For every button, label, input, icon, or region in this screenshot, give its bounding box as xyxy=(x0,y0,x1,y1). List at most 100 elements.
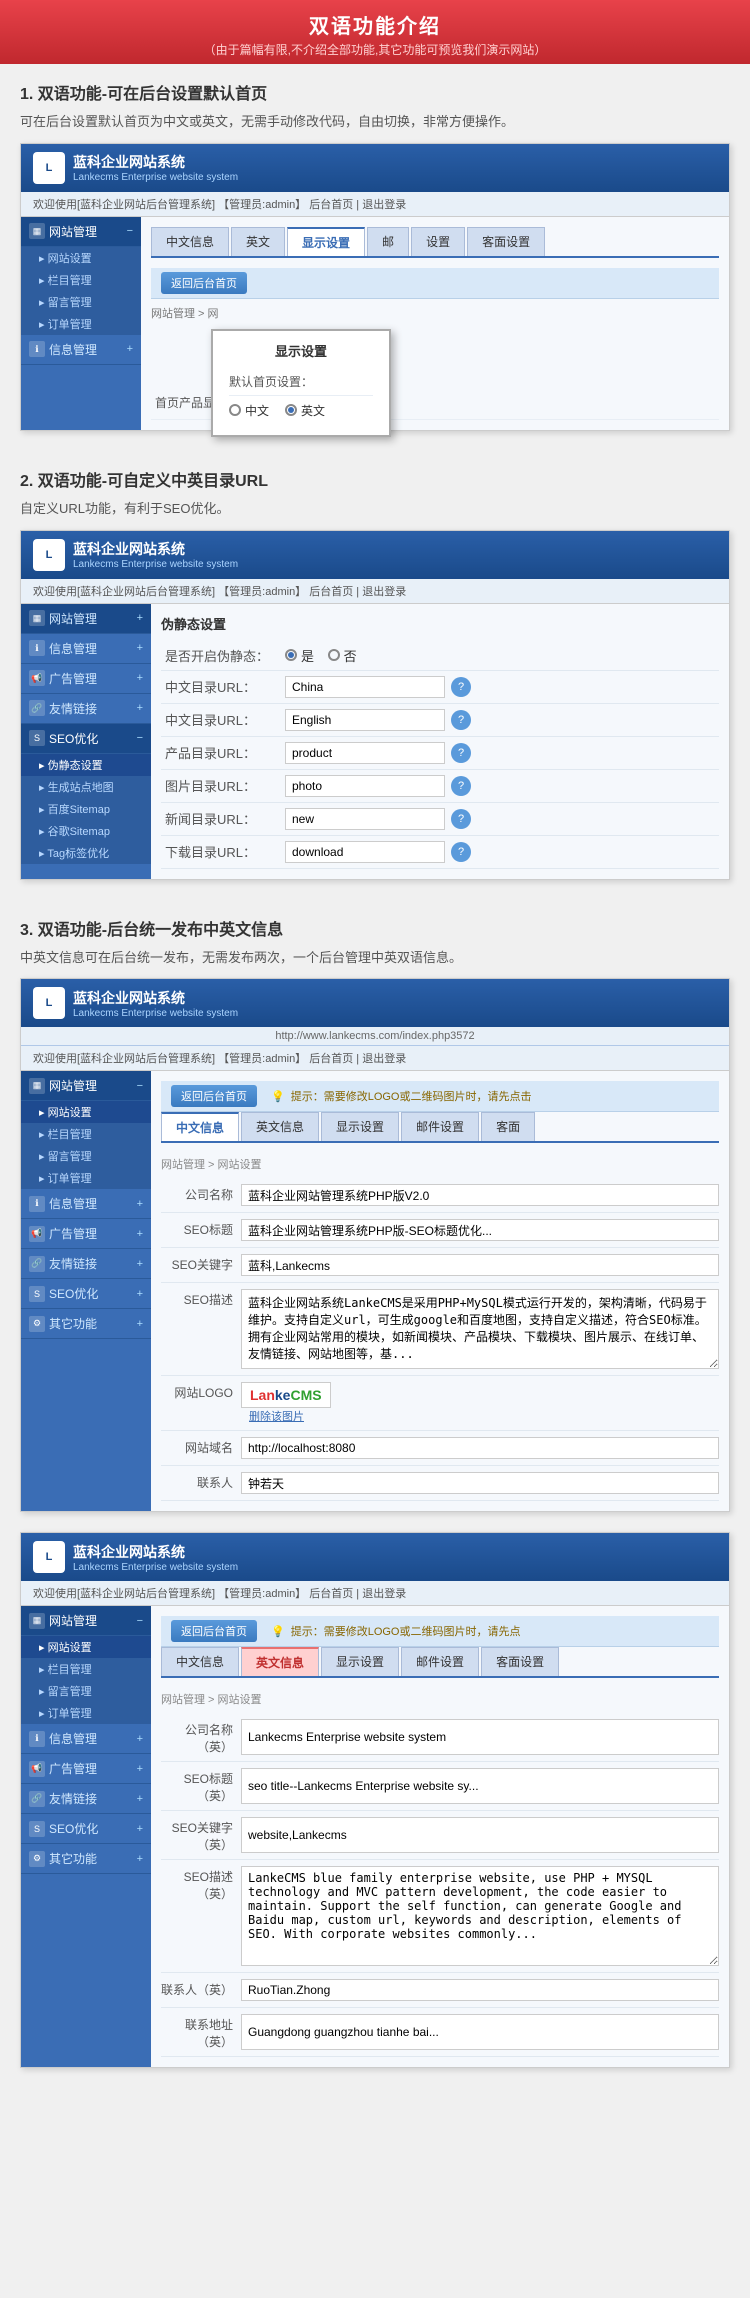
cms-topbar-1: 欢迎使用[蓝科企业网站后台管理系统] 【管理员:admin】 后台首页 | 退出… xyxy=(21,192,729,217)
delete-logo-link-3a[interactable]: 删除该图片 xyxy=(249,1411,304,1423)
cms-logo-sub-3a: Lankecms Enterprise website system xyxy=(73,1008,238,1019)
contact-input-3a[interactable] xyxy=(241,1472,719,1494)
sidebar-sub-column-1[interactable]: ▸ 栏目管理 xyxy=(21,269,141,291)
section-1-title: 1. 双语功能-可在后台设置默认首页 xyxy=(0,64,750,112)
url-help-english[interactable]: ? xyxy=(451,710,471,730)
sidebar-sub-order-3b[interactable]: ▸ 订单管理 xyxy=(21,1702,151,1724)
seo-kw-input-3a[interactable] xyxy=(241,1254,719,1276)
cms-logo-sub-1: Lankecms Enterprise website system xyxy=(73,172,238,183)
url-help-product[interactable]: ? xyxy=(451,743,471,763)
sidebar-sub-sitemap[interactable]: ▸ 生成站点地图 xyxy=(21,776,151,798)
tab-chinese-info-3b[interactable]: 中文信息 xyxy=(161,1647,239,1676)
seo-desc-en-textarea[interactable]: LankeCMS blue family enterprise website,… xyxy=(241,1866,719,1966)
cms-logo-3b: L 蓝科企业网站系统 Lankecms Enterprise website s… xyxy=(33,1541,238,1573)
tab-mail-1[interactable]: 邮 xyxy=(367,227,409,256)
radio-english-1[interactable]: 英文 xyxy=(285,402,325,419)
tab-customer-3a[interactable]: 客面 xyxy=(481,1112,535,1141)
url-input-china[interactable] xyxy=(285,676,445,698)
return-btn-3a[interactable]: 返回后台首页 xyxy=(171,1085,257,1107)
tab-english-3b[interactable]: 英文信息 xyxy=(241,1647,319,1676)
url-input-photo[interactable] xyxy=(285,775,445,797)
address-en-input[interactable] xyxy=(241,2014,719,2050)
sidebar-sub-tag-optimize[interactable]: ▸ Tag标签优化 xyxy=(21,842,151,864)
tab-english-3a[interactable]: 英文信息 xyxy=(241,1112,319,1141)
sidebar-item-seo-3b[interactable]: S SEO优化 + xyxy=(21,1814,151,1844)
tab-mail-3a[interactable]: 邮件设置 xyxy=(401,1112,479,1141)
url-input-english[interactable] xyxy=(285,709,445,731)
grid-icon-2: ▦ xyxy=(29,610,45,626)
cms-sidebar-3b: ▦ 网站管理 − ▸ 网站设置 ▸ 栏目管理 ▸ 留言管理 ▸ 订单管理 ℹ 信… xyxy=(21,1606,151,2067)
seo-kw-en-input[interactable] xyxy=(241,1817,719,1853)
url-display-3a: http://www.lankecms.com/index.php3572 xyxy=(21,1027,729,1046)
sidebar-sub-column-3b[interactable]: ▸ 栏目管理 xyxy=(21,1658,151,1680)
url-input-product[interactable] xyxy=(285,742,445,764)
popup-overlay-1: 网站管理 > 网 显示设置 默认首页设置： 中文 xyxy=(151,299,719,420)
sidebar-item-website-3a[interactable]: ▦ 网站管理 − xyxy=(21,1071,151,1101)
tab-settings-1[interactable]: 设置 xyxy=(411,227,465,256)
sidebar-sub-google-sitemap[interactable]: ▸ 谷歌Sitemap xyxy=(21,820,151,842)
section-2: 2. 双语功能-可自定义中英目录URL 自定义URL功能，有利于SEO优化。 L… xyxy=(0,451,750,880)
domain-input-3a[interactable] xyxy=(241,1437,719,1459)
tab-display-settings-1[interactable]: 显示设置 xyxy=(287,227,365,256)
seo-title-en-input[interactable] xyxy=(241,1768,719,1804)
radio-chinese-1[interactable]: 中文 xyxy=(229,402,269,419)
sidebar-sub-settings-3a[interactable]: ▸ 网站设置 xyxy=(21,1101,151,1123)
url-help-photo[interactable]: ? xyxy=(451,776,471,796)
tab-chinese-info-3a[interactable]: 中文信息 xyxy=(161,1112,239,1141)
sidebar-item-link-3a[interactable]: 🔗 友情链接 + xyxy=(21,1249,151,1279)
sidebar-item-link-2[interactable]: 🔗 友情链接 + xyxy=(21,694,151,724)
notice-3a: 提示：需要修改LOGO或二维码图片时，请先点击 xyxy=(291,1088,532,1104)
sidebar-item-website-3b[interactable]: ▦ 网站管理 − xyxy=(21,1606,151,1636)
sidebar-item-info-2[interactable]: ℹ 信息管理 + xyxy=(21,634,151,664)
tab-customer-1[interactable]: 客面设置 xyxy=(467,227,545,256)
cms-sidebar-2: ▦ 网站管理 + ℹ 信息管理 + 📢 广告管理 + 🔗 友情链接 xyxy=(21,604,151,879)
sidebar-item-info-3b[interactable]: ℹ 信息管理 + xyxy=(21,1724,151,1754)
return-btn-1[interactable]: 返回后台首页 xyxy=(161,272,247,294)
seo-desc-textarea-3a[interactable]: 蓝科企业网站系统LankeCMS是采用PHP+MySQL模式运行开发的，架构清晰… xyxy=(241,1289,719,1369)
radio-yes[interactable]: 是 xyxy=(285,646,314,665)
sidebar-sub-baidu-sitemap[interactable]: ▸ 百度Sitemap xyxy=(21,798,151,820)
company-name-input-3a[interactable] xyxy=(241,1184,719,1206)
return-btn-3b[interactable]: 返回后台首页 xyxy=(171,1620,257,1642)
tab-chinese-info-1[interactable]: 中文信息 xyxy=(151,227,229,256)
sidebar-sub-settings-3b[interactable]: ▸ 网站设置 xyxy=(21,1636,151,1658)
sidebar-item-info-1[interactable]: ℹ 信息管理 + xyxy=(21,335,141,365)
seo-title-input-3a[interactable] xyxy=(241,1219,719,1241)
sidebar-item-other-3a[interactable]: ⚙ 其它功能 + xyxy=(21,1309,151,1339)
sidebar-item-ad-2[interactable]: 📢 广告管理 + xyxy=(21,664,151,694)
sidebar-item-website-2[interactable]: ▦ 网站管理 + xyxy=(21,604,151,634)
sidebar-sub-order-1[interactable]: ▸ 订单管理 xyxy=(21,313,141,335)
sidebar-item-website-mgmt-1[interactable]: ▦ 网站管理 − xyxy=(21,217,141,247)
company-name-en-input[interactable] xyxy=(241,1719,719,1755)
sidebar-sub-message-3b[interactable]: ▸ 留言管理 xyxy=(21,1680,151,1702)
cms-content-3b: 返回后台首页 💡 提示：需要修改LOGO或二维码图片时，请先点 中文信息 英文信… xyxy=(151,1606,729,2067)
sidebar-sub-message-1[interactable]: ▸ 留言管理 xyxy=(21,291,141,313)
url-row-download: 下载目录URL： ? xyxy=(161,836,719,869)
cms-body-3b: ▦ 网站管理 − ▸ 网站设置 ▸ 栏目管理 ▸ 留言管理 ▸ 订单管理 ℹ 信… xyxy=(21,1606,729,2067)
sidebar-sub-pseudo-static[interactable]: ▸ 伪静态设置 xyxy=(21,754,151,776)
tab-display-3a[interactable]: 显示设置 xyxy=(321,1112,399,1141)
url-help-download[interactable]: ? xyxy=(451,842,471,862)
url-help-news[interactable]: ? xyxy=(451,809,471,829)
url-help-china[interactable]: ? xyxy=(451,677,471,697)
tab-customer-3b[interactable]: 客面设置 xyxy=(481,1647,559,1676)
sidebar-item-other-3b[interactable]: ⚙ 其它功能 + xyxy=(21,1844,151,1874)
tab-display-3b[interactable]: 显示设置 xyxy=(321,1647,399,1676)
sidebar-item-seo-2[interactable]: S SEO优化 − xyxy=(21,724,151,754)
seo-icon-3b: S xyxy=(29,1821,45,1837)
sidebar-sub-order-3a[interactable]: ▸ 订单管理 xyxy=(21,1167,151,1189)
sidebar-item-link-3b[interactable]: 🔗 友情链接 + xyxy=(21,1784,151,1814)
sidebar-sub-column-3a[interactable]: ▸ 栏目管理 xyxy=(21,1123,151,1145)
sidebar-sub-settings-1[interactable]: ▸ 网站设置 xyxy=(21,247,141,269)
sidebar-item-info-3a[interactable]: ℹ 信息管理 + xyxy=(21,1189,151,1219)
url-input-news[interactable] xyxy=(285,808,445,830)
contact-en-input[interactable] xyxy=(241,1979,719,2001)
sidebar-item-seo-3a[interactable]: S SEO优化 + xyxy=(21,1279,151,1309)
tab-mail-3b[interactable]: 邮件设置 xyxy=(401,1647,479,1676)
sidebar-item-ad-3a[interactable]: 📢 广告管理 + xyxy=(21,1219,151,1249)
url-input-download[interactable] xyxy=(285,841,445,863)
sidebar-item-ad-3b[interactable]: 📢 广告管理 + xyxy=(21,1754,151,1784)
radio-no[interactable]: 否 xyxy=(328,646,357,665)
tab-english-1[interactable]: 英文 xyxy=(231,227,285,256)
sidebar-sub-message-3a[interactable]: ▸ 留言管理 xyxy=(21,1145,151,1167)
